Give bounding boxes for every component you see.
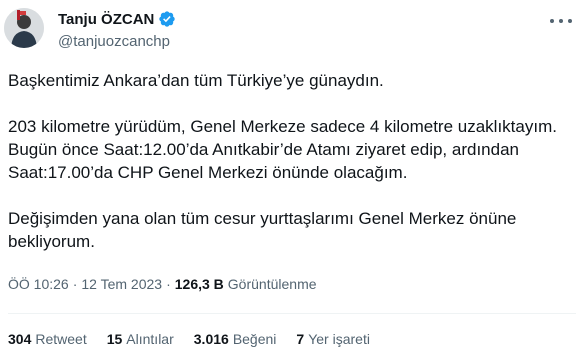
quotes-count: 15 <box>106 331 123 347</box>
author-handle[interactable]: @tanjuozcanchp <box>58 33 176 50</box>
tweet-paragraph: 203 kilometre yürüdüm, Genel Merkeze sad… <box>8 117 557 182</box>
tweet-time[interactable]: ÖÖ 10:26 <box>8 276 69 292</box>
quotes-label: Alıntılar <box>126 331 174 347</box>
tweet-date[interactable]: 12 Tem 2023 <box>81 276 162 292</box>
tweet-paragraph: Değişimden yana olan tüm cesur yurttaşla… <box>8 209 517 251</box>
bookmarks-stat[interactable]: 7 Yer işareti <box>296 331 370 347</box>
verified-badge-icon <box>158 10 176 28</box>
retweets-count: 304 <box>8 331 32 347</box>
likes-stat[interactable]: 3.016 Beğeni <box>194 331 277 347</box>
tweet-meta: ÖÖ 10:26 · 12 Tem 2023 · 126,3 B Görüntü… <box>8 276 317 292</box>
retweets-label: Retweet <box>35 331 87 347</box>
more-options-icon[interactable] <box>550 14 572 28</box>
tweet-text: Başkentimiz Ankara’dan tüm Türkiye’ye gü… <box>8 69 578 253</box>
engagement-stats: 304 Retweet 15 Alıntılar 3.016 Beğeni 7 … <box>8 331 390 347</box>
views-label: Görüntülenme <box>227 276 317 292</box>
meta-separator: · <box>72 276 78 292</box>
bookmarks-label: Yer işareti <box>308 331 370 347</box>
tweet-header: Tanju ÖZCAN @tanjuozcanchp <box>58 9 176 50</box>
bookmarks-count: 7 <box>296 331 305 347</box>
likes-count: 3.016 <box>193 331 229 347</box>
tweet-paragraph: Başkentimiz Ankara’dan tüm Türkiye’ye gü… <box>8 71 384 90</box>
views-count: 126,3 B <box>174 276 224 292</box>
meta-separator: · <box>166 276 171 292</box>
author-display-name[interactable]: Tanju ÖZCAN <box>58 11 154 28</box>
divider <box>8 313 576 314</box>
likes-label: Beğeni <box>232 331 277 347</box>
quotes-stat[interactable]: 15 Alıntılar <box>107 331 174 347</box>
avatar[interactable] <box>4 8 44 48</box>
retweets-stat[interactable]: 304 Retweet <box>8 331 87 347</box>
